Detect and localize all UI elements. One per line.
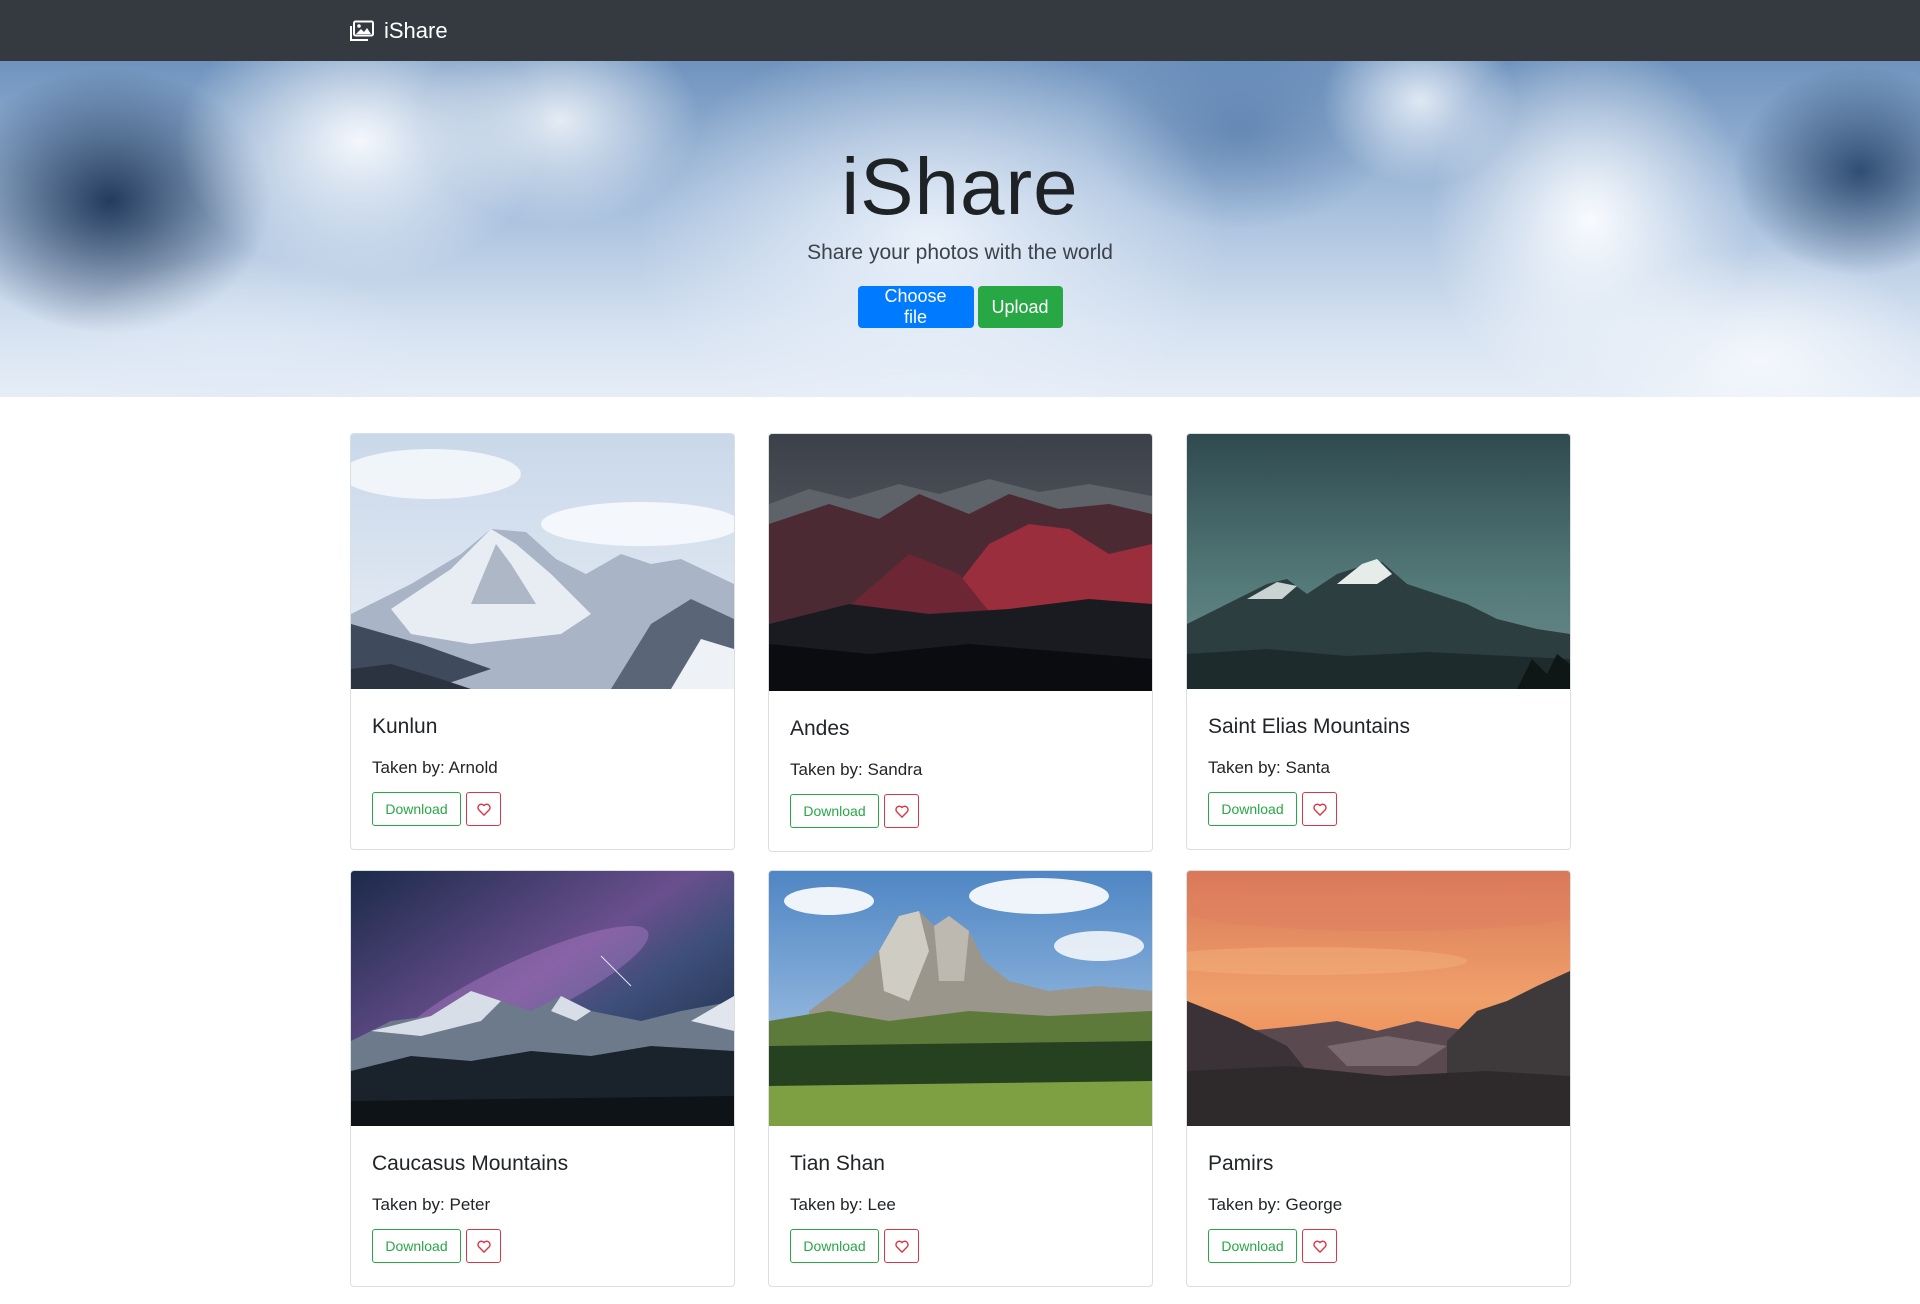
card-title: Tian Shan — [790, 1152, 885, 1175]
like-button[interactable] — [884, 794, 919, 828]
like-button[interactable] — [1302, 1229, 1337, 1263]
upload-button[interactable]: Upload — [977, 286, 1063, 328]
card-actions: Download — [790, 1229, 919, 1263]
card-title: Andes — [790, 717, 850, 740]
hero-title: iShare — [841, 142, 1079, 231]
photo-image — [769, 871, 1152, 1126]
like-button[interactable] — [466, 792, 501, 826]
heart-icon — [476, 1240, 491, 1253]
heart-icon — [1312, 803, 1327, 816]
card-actions: Download — [1208, 792, 1337, 826]
images-icon — [349, 20, 375, 42]
download-button[interactable]: Download — [1208, 792, 1297, 826]
like-button[interactable] — [466, 1229, 501, 1263]
card-title: Pamirs — [1208, 1152, 1274, 1175]
photo-card: Pamirs Taken by: George Download — [1186, 870, 1571, 1287]
photo-image — [769, 434, 1152, 691]
like-button[interactable] — [884, 1229, 919, 1263]
download-button[interactable]: Download — [1208, 1229, 1297, 1263]
card-title: Kunlun — [372, 715, 438, 738]
download-button[interactable]: Download — [790, 1229, 879, 1263]
photo-card: Kunlun Taken by: Arnold Download — [350, 433, 735, 850]
card-author: Taken by: Santa — [1208, 758, 1330, 777]
photo-card: Caucasus Mountains Taken by: Peter Downl… — [350, 870, 735, 1287]
download-button[interactable]: Download — [372, 792, 461, 826]
heart-icon — [894, 805, 909, 818]
card-actions: Download — [1208, 1229, 1337, 1263]
photo-card: Andes Taken by: Sandra Download — [768, 433, 1153, 852]
photo-image — [351, 871, 734, 1126]
card-title: Saint Elias Mountains — [1208, 715, 1410, 738]
photo-image — [1187, 434, 1570, 689]
card-author: Taken by: Sandra — [790, 760, 923, 779]
like-button[interactable] — [1302, 792, 1337, 826]
navbar-brand[interactable]: iShare — [349, 0, 448, 61]
card-actions: Download — [372, 1229, 501, 1263]
hero-jumbotron: iShare Share your photos with the world … — [0, 61, 1920, 397]
brand-label: iShare — [384, 17, 448, 43]
card-actions: Download — [790, 794, 919, 828]
photo-card: Tian Shan Taken by: Lee Download — [768, 870, 1153, 1287]
heart-icon — [1312, 1240, 1327, 1253]
hero-subtitle: Share your photos with the world — [807, 241, 1113, 264]
choose-file-button[interactable]: Choose file — [857, 286, 974, 328]
download-button[interactable]: Download — [790, 794, 879, 828]
download-button[interactable]: Download — [372, 1229, 461, 1263]
card-actions: Download — [372, 792, 501, 826]
card-author: Taken by: George — [1208, 1195, 1343, 1214]
heart-icon — [476, 803, 491, 816]
photo-image — [1187, 871, 1570, 1126]
card-title: Caucasus Mountains — [372, 1152, 569, 1175]
hero-actions: Choose file Upload — [0, 286, 1920, 328]
card-author: Taken by: Lee — [790, 1195, 896, 1214]
heart-icon — [894, 1240, 909, 1253]
navbar: iShare — [0, 0, 1920, 61]
card-author: Taken by: Arnold — [372, 758, 498, 777]
photo-image — [351, 434, 734, 689]
card-author: Taken by: Peter — [372, 1195, 491, 1214]
photo-card: Saint Elias Mountains Taken by: Santa Do… — [1186, 433, 1571, 850]
